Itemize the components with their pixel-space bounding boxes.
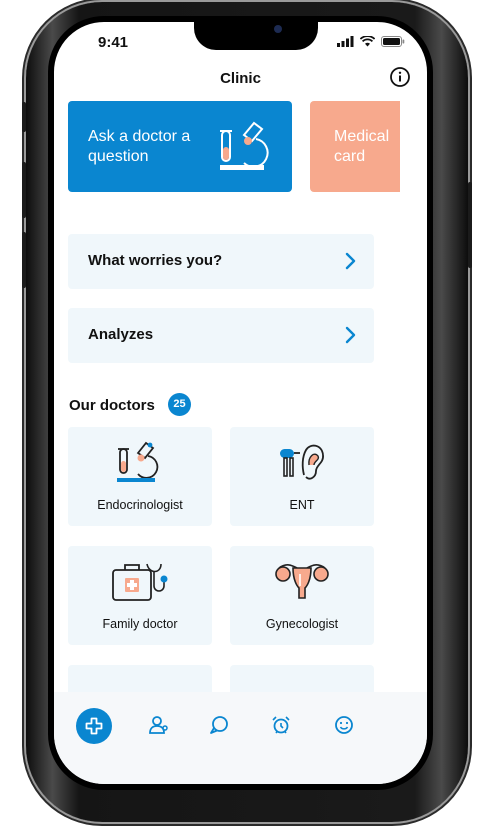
doctor-tile-label: Endocrinologist: [97, 498, 183, 512]
doctor-tile-label: Family doctor: [102, 617, 178, 631]
doctor-tile-endocrinologist[interactable]: Endocrinologist: [68, 427, 212, 526]
status-icons: [337, 36, 405, 47]
doctor-tile-gynecologist[interactable]: Gynecologist: [230, 546, 374, 645]
ask-doctor-card[interactable]: Ask a doctor a question: [68, 101, 292, 192]
app-screen: 9:41 Clinic Ask a doctor a question Medi…: [48, 16, 433, 790]
uterus-icon: [275, 564, 329, 599]
tab-reminders[interactable]: [266, 710, 296, 740]
microscope-icon: [220, 121, 269, 170]
doctors-count-badge: 25: [168, 393, 191, 416]
doctor-tile-family-doctor[interactable]: Family doctor: [68, 546, 212, 645]
doctor-tile-label: ENT: [289, 498, 315, 512]
plus-icon: [85, 717, 103, 735]
status-time: 9:41: [98, 34, 129, 51]
notch: [194, 22, 318, 50]
tab-profile[interactable]: [329, 710, 359, 740]
our-doctors-title: Our doctors: [69, 397, 155, 414]
feature-cards: Ask a doctor a question Medical card: [68, 101, 427, 193]
medical-card[interactable]: Medical card: [310, 101, 400, 192]
page-title: Clinic: [220, 70, 261, 87]
power-button: [468, 182, 472, 268]
medical-bag-icon: [112, 563, 168, 601]
what-worries-row[interactable]: What worries you?: [68, 234, 374, 289]
smile-icon: [335, 716, 353, 734]
analyzes-row[interactable]: Analyzes: [68, 308, 374, 363]
bottom-tab-bar: [54, 692, 427, 784]
ear-icon: [280, 444, 324, 480]
volume-up-button: [22, 162, 26, 218]
battery-icon: [381, 36, 405, 47]
doctor-tile-label: Gynecologist: [265, 617, 339, 631]
mute-switch: [22, 102, 26, 132]
what-worries-label: What worries you?: [88, 252, 223, 269]
microscope-icon: [117, 441, 159, 482]
analyzes-label: Analyzes: [88, 326, 154, 343]
volume-down-button: [22, 232, 26, 288]
chevron-right-icon: [345, 326, 356, 344]
wifi-icon: [360, 36, 375, 47]
ask-doctor-label: Ask a doctor a question: [88, 128, 191, 165]
doctor-icon: [149, 716, 168, 734]
chat-icon: [210, 716, 228, 734]
doctor-tile-ent[interactable]: ENT: [230, 427, 374, 526]
tab-chat[interactable]: [204, 710, 234, 740]
info-icon[interactable]: [389, 66, 411, 88]
tab-doctors[interactable]: [144, 710, 174, 740]
camera: [274, 25, 282, 33]
tab-home[interactable]: [76, 708, 112, 744]
medical-card-label: Medical card: [334, 128, 390, 165]
signal-icon: [337, 36, 354, 47]
alarm-icon: [272, 716, 290, 734]
chevron-right-icon: [345, 252, 356, 270]
